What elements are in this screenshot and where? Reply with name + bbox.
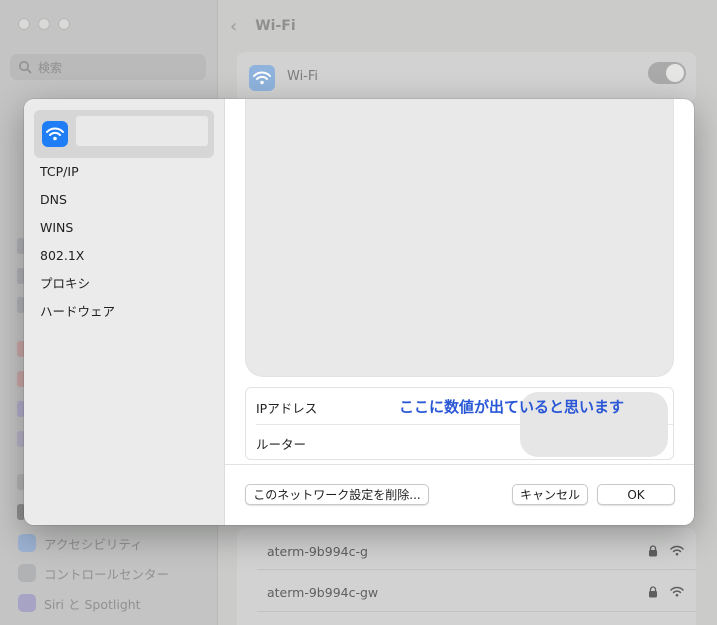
zoom-window-button[interactable] [58,18,70,30]
network-row-name[interactable]: aterm-9b994c-g [267,544,368,559]
redacted-region [245,99,674,377]
search-icon [19,61,32,74]
sheet-sidebar: TCP/IP DNS WINS 802.1X プロキシ ハードウェア [24,99,225,525]
siri-icon [18,594,36,612]
sidebar-item-hardware[interactable]: ハードウェア [40,302,115,322]
page-title: Wi-Fi [255,18,296,34]
settings-search-input[interactable]: 検索 [10,54,206,80]
network-row-name[interactable]: aterm-9b994c-gw [267,585,378,600]
cancel-button[interactable]: キャンセル [512,484,588,505]
sidebar-item-label: コントロールセンター [44,566,170,582]
router-label: ルーター [256,437,307,452]
network-details-sheet: TCP/IP DNS WINS 802.1X プロキシ ハードウェア IPアドレ… [24,99,694,525]
wifi-toggle-switch[interactable] [648,62,686,84]
ok-button[interactable]: OK [597,484,675,505]
network-list: aterm-9b994c-g aterm-9b994c-gw [237,528,696,625]
search-placeholder: 検索 [38,60,63,75]
settings-header: ‹ Wi-Fi [230,10,296,42]
wifi-toggle-card: Wi-Fi [237,52,696,102]
control-center-icon [18,564,36,582]
sidebar-item-label: Siri と Spotlight [44,596,141,612]
network-name-redacted [76,116,208,146]
sidebar-item-siri[interactable]: Siri と Spotlight [18,592,141,614]
sidebar-item-tcpip[interactable]: TCP/IP [40,162,79,182]
list-divider [257,569,696,570]
ip-info-card: IPアドレス ルーター ここに数値が出ていると思います [245,387,674,460]
wifi-icon [249,65,275,91]
back-chevron-icon[interactable]: ‹ [230,16,237,37]
forget-network-button[interactable]: このネットワーク設定を削除... [245,484,429,505]
network-header[interactable] [34,110,214,158]
footer-divider [225,464,694,465]
minimize-window-button[interactable] [38,18,50,30]
wifi-signal-icon [670,586,684,597]
sidebar-item-accessibility[interactable]: アクセシビリティ [18,532,143,554]
wifi-signal-icon [670,545,684,556]
sidebar-item-control-center[interactable]: コントロールセンター [18,562,169,584]
sheet-content: IPアドレス ルーター ここに数値が出ていると思います このネットワーク設定を削… [225,99,694,525]
close-window-button[interactable] [18,18,30,30]
sidebar-item-proxy[interactable]: プロキシ [40,274,90,294]
annotation-text: ここに数値が出ていると思います [399,398,625,416]
sidebar-item-wins[interactable]: WINS [40,218,73,238]
sidebar-item-8021x[interactable]: 802.1X [40,246,84,266]
wifi-card-label: Wi-Fi [287,69,319,84]
list-divider [257,611,696,612]
ip-address-label: IPアドレス [256,401,318,416]
wifi-icon [42,121,68,147]
accessibility-icon [18,534,36,552]
sidebar-item-label: アクセシビリティ [44,536,143,552]
lock-icon [649,545,657,557]
sidebar-item-dns[interactable]: DNS [40,190,67,210]
lock-icon [649,586,657,598]
